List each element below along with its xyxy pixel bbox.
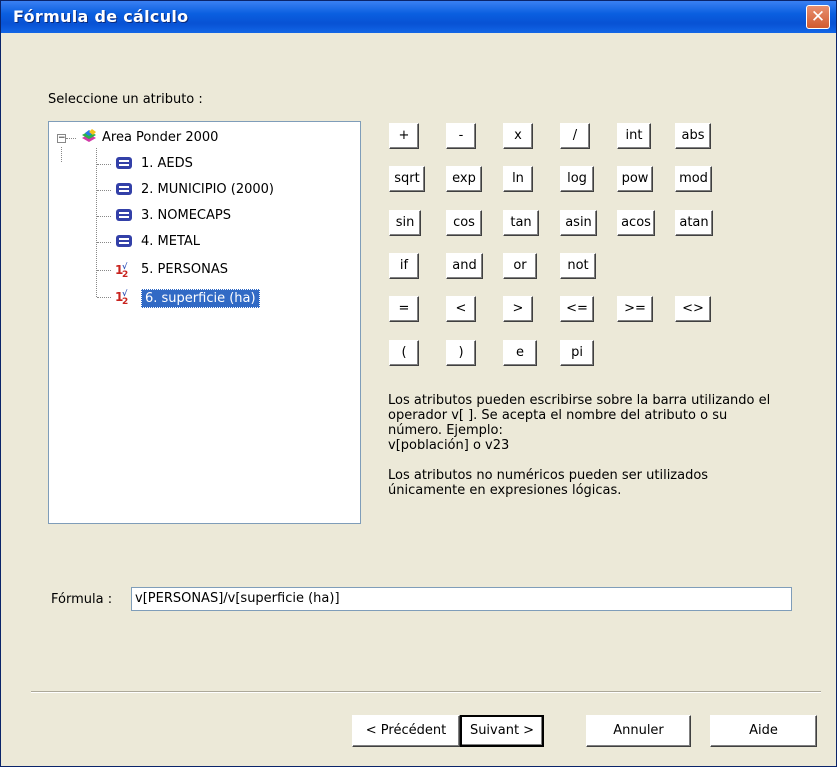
text-attribute-icon [116,235,132,247]
tree-expander[interactable]: − [57,134,66,143]
operator-if-button[interactable]: if [389,253,419,279]
numeric-attribute-icon: 1 √ 2 [115,262,128,278]
dialog-window: Fórmula de cálculo ✕ Seleccione un atrib… [0,0,837,767]
tree-item-label: 4. METAL [141,234,201,249]
operator-and-button[interactable]: and [446,253,483,279]
tree-item-label: 6. superficie (ha) [141,289,260,308]
tree-item-label: 3. NOMECAPS [141,208,231,223]
operator-plus-button[interactable]: + [389,123,419,149]
tree-guide-children [96,148,97,297]
operator-ln-button[interactable]: ln [503,166,533,192]
operator-less-button[interactable]: < [446,296,476,322]
tree-guide-6 [97,297,111,298]
tree-guide-3 [97,216,111,217]
tree-guide-2 [97,190,111,191]
operator-less-equal-button[interactable]: <= [560,296,594,322]
operator-pi-button[interactable]: pi [560,340,594,366]
close-button[interactable]: ✕ [806,5,830,29]
numeric-attribute-icon: 1 √ 2 [115,289,128,305]
operator-greater-button[interactable]: > [503,296,533,322]
help-text: Los atributos pueden escribirse sobre la… [388,393,808,513]
tree-item-label: 5. PERSONAS [141,262,228,277]
formula-label: Fórmula : [51,592,113,607]
operator-tan-button[interactable]: tan [503,210,539,236]
operator-or-button[interactable]: or [503,253,537,279]
operator-close-paren-button[interactable]: ) [446,340,476,366]
operator-not-equal-button[interactable]: <> [675,296,711,322]
tree-guide-5 [97,270,111,271]
operator-cos-button[interactable]: cos [446,210,482,236]
operator-multiply-button[interactable]: x [503,123,533,149]
svg-text:2: 2 [122,270,128,278]
operator-asin-button[interactable]: asin [560,210,597,236]
tree-guide-4 [97,242,111,243]
operator-exp-button[interactable]: exp [446,166,482,192]
footer-divider [31,691,821,693]
cancel-button[interactable]: Annuler [586,715,691,747]
tree-guide-root-h [66,138,76,139]
operator-mod-button[interactable]: mod [675,166,712,192]
title-bar[interactable]: Fórmula de cálculo ✕ [1,1,836,33]
window-title: Fórmula de cálculo [13,7,189,26]
operator-abs-button[interactable]: abs [675,123,711,149]
operator-minus-button[interactable]: - [446,123,476,149]
text-attribute-icon [116,157,132,169]
tree-guide-root [61,147,62,162]
formula-input[interactable]: v[PERSONAS]/v[superficie (ha)] [131,587,792,611]
operator-sin-button[interactable]: sin [389,210,421,236]
attribute-label: Seleccione un atributo : [48,92,203,107]
operator-pow-button[interactable]: pow [617,166,653,192]
svg-text:2: 2 [122,297,128,305]
next-button[interactable]: Suivant > [460,715,544,747]
operator-sqrt-button[interactable]: sqrt [389,166,425,192]
tree-item-label: 1. AEDS [141,156,193,171]
tree-item-label: 2. MUNICIPIO (2000) [141,182,275,197]
operator-equal-button[interactable]: = [389,296,419,322]
operator-int-button[interactable]: int [617,123,651,149]
tree-root-label: Area Ponder 2000 [102,130,219,145]
text-attribute-icon [116,183,132,195]
operator-log-button[interactable]: log [560,166,594,192]
operator-e-button[interactable]: e [503,340,537,366]
tree-guide-1 [97,164,111,165]
operator-greater-equal-button[interactable]: >= [617,296,653,322]
previous-button[interactable]: < Précédent [352,715,460,747]
operator-divide-button[interactable]: / [560,123,590,149]
help-paragraph-nonnumeric: Los atributos no numéricos pueden ser ut… [388,468,709,498]
help-paragraph-syntax: Los atributos pueden escribirse sobre la… [388,393,771,453]
layer-icon [82,129,96,142]
operator-atan-button[interactable]: atan [675,210,713,236]
help-button[interactable]: Aide [710,715,817,747]
attribute-tree[interactable]: − Area Ponder 2000 1. AEDS 2. MUNICIPIO … [48,121,361,524]
text-attribute-icon [116,209,132,221]
operator-acos-button[interactable]: acos [617,210,655,236]
operator-open-paren-button[interactable]: ( [389,340,419,366]
operator-not-button[interactable]: not [560,253,596,279]
